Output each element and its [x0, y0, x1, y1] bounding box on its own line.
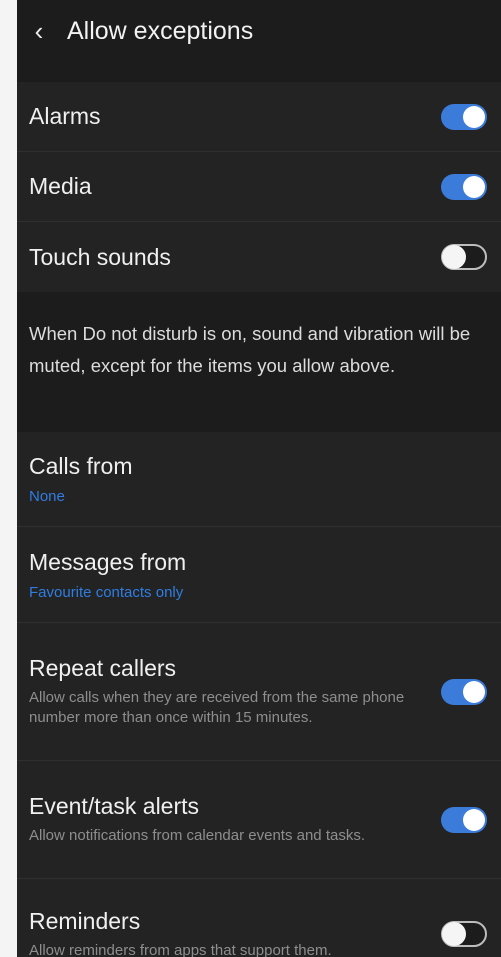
- media-row[interactable]: Media: [17, 152, 501, 222]
- calls-from-value: None: [29, 488, 65, 505]
- reminders-label: Reminders: [29, 907, 141, 934]
- repeat-callers-label: Repeat callers: [29, 655, 177, 681]
- messages-from-label: Messages from: [29, 548, 187, 575]
- repeat-callers-row[interactable]: Repeat callers Allow calls when they are…: [17, 623, 501, 761]
- sound-exceptions-card: Alarms Media Touch sounds: [17, 82, 501, 292]
- media-label: Media: [29, 173, 92, 199]
- media-toggle[interactable]: [441, 173, 487, 200]
- top-bar: ‹ Allow exceptions: [17, 0, 501, 62]
- messages-from-row[interactable]: Messages from Favourite contacts only: [17, 527, 501, 623]
- event-alerts-toggle[interactable]: [441, 806, 487, 833]
- calls-messages-card: Calls from None Messages from Favourite …: [17, 432, 501, 957]
- reminders-description: Allow reminders from apps that support t…: [29, 941, 332, 957]
- calls-from-row[interactable]: Calls from None: [17, 432, 501, 527]
- repeat-callers-toggle[interactable]: [441, 678, 487, 705]
- back-arrow-icon[interactable]: ‹: [19, 16, 59, 47]
- info-text: When Do not disturb is on, sound and vib…: [29, 323, 471, 376]
- alarms-label: Alarms: [29, 103, 101, 129]
- messages-from-value: Favourite contacts only: [29, 583, 184, 601]
- reminders-toggle[interactable]: [441, 921, 487, 947]
- reminders-row[interactable]: Reminders Allow reminders from apps that…: [17, 879, 501, 957]
- event-alerts-description: Allow notifications from calendar events…: [29, 827, 365, 844]
- event-alerts-label: Event/task alerts: [29, 793, 200, 819]
- phone-screen: ‹ Allow exceptions Alarms Media Touch so…: [17, 0, 501, 957]
- repeat-callers-description: Allow calls when they are received from …: [29, 689, 405, 726]
- touch-sounds-label: Touch sounds: [29, 243, 171, 270]
- alarms-row[interactable]: Alarms: [17, 82, 501, 152]
- page-title: Allow exceptions: [67, 16, 254, 45]
- event-alerts-row[interactable]: Event/task alerts Allow notifications fr…: [17, 761, 501, 879]
- touch-sounds-row[interactable]: Touch sounds: [17, 222, 501, 292]
- calls-from-label: Calls from: [29, 453, 133, 479]
- touch-sounds-toggle[interactable]: [441, 244, 487, 270]
- alarms-toggle[interactable]: [441, 103, 487, 130]
